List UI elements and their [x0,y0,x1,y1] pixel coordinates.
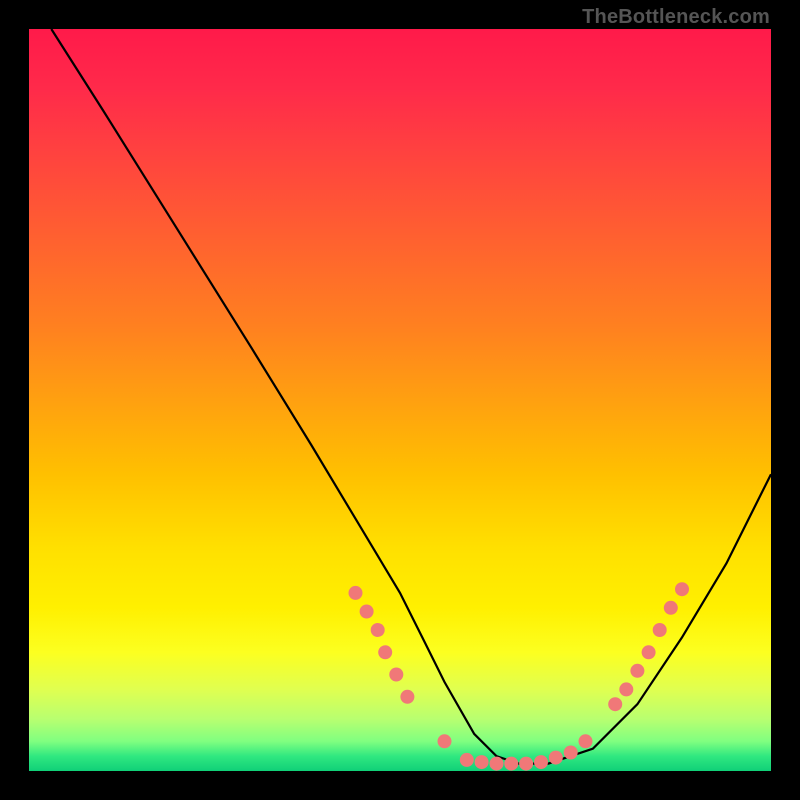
data-marker [460,753,474,767]
attribution-text: TheBottleneck.com [582,6,770,29]
data-marker [564,746,578,760]
chart-frame: TheBottleneck.com [0,0,800,800]
data-marker [630,664,644,678]
data-marker [349,586,363,600]
data-marker [534,755,548,769]
data-marker [475,755,489,769]
marker-group [349,582,690,770]
data-marker [360,605,374,619]
data-marker [378,645,392,659]
data-marker [642,645,656,659]
data-marker [519,757,533,771]
bottleneck-curve [51,29,771,764]
data-marker [371,623,385,637]
data-marker [675,582,689,596]
data-marker [400,690,414,704]
data-marker [664,601,678,615]
data-marker [619,682,633,696]
data-marker [389,668,403,682]
data-marker [608,697,622,711]
data-marker [438,734,452,748]
data-marker [549,751,563,765]
data-marker [653,623,667,637]
data-marker [490,757,504,771]
data-marker [579,734,593,748]
chart-svg [29,29,771,771]
data-marker [504,757,518,771]
